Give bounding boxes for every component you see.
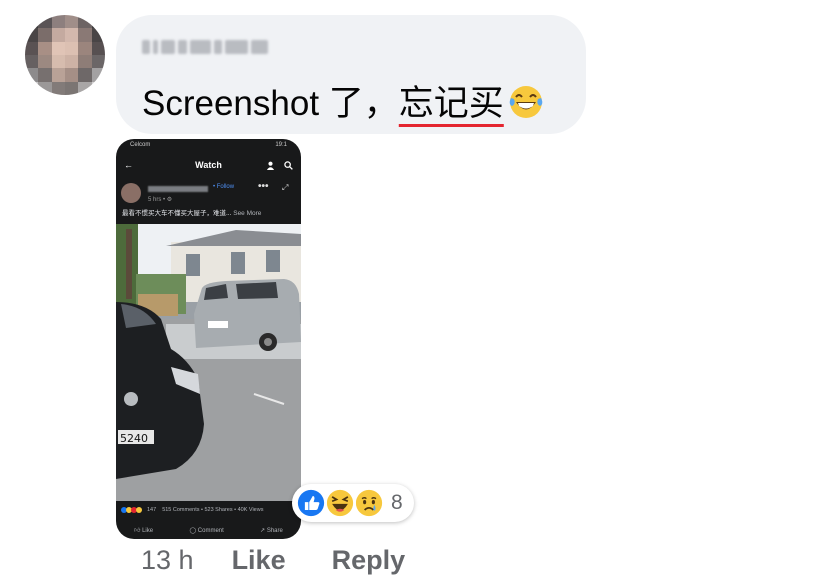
like-reaction-icon: [295, 487, 327, 519]
comment-text: Screenshot 了，忘记买: [142, 75, 544, 126]
mini-reactions-icons: [121, 507, 142, 513]
comment-meta-row: 13 h Like Reply: [141, 545, 451, 576]
post-actions-row: 👍︎ Like ◯ Comment ↗ Share: [116, 523, 301, 537]
comment-text-plain: Screenshot 了，: [142, 84, 399, 123]
video-frame: 5240: [116, 224, 301, 501]
post-like-action: 👍︎ Like: [134, 526, 153, 534]
post-reaction-count: 147: [147, 507, 157, 513]
comment-reactions[interactable]: 8: [292, 484, 414, 522]
watch-title: Watch: [195, 160, 222, 170]
sad-reaction-icon: [353, 487, 385, 519]
post-caption-text: 最看不惯买大车不懂买大屋子，难道...: [122, 210, 232, 217]
post-share-label: Share: [266, 527, 283, 534]
back-arrow-icon: ←: [124, 160, 133, 170]
status-carrier: Celcom: [130, 142, 151, 148]
post-like-label: Like: [142, 528, 154, 534]
post-comment-label: Comment: [197, 527, 224, 534]
status-time: 19:1: [275, 142, 287, 148]
post-comments-shares-views: 515 Comments • 523 Shares • 40K Views: [162, 507, 264, 513]
post-header: • Follow 5 hrs • ⚙ ••• ⤢: [116, 179, 301, 207]
like-button[interactable]: Like: [232, 545, 286, 576]
post-comment-action: ◯ Comment: [189, 527, 223, 534]
reaction-count: 8: [391, 491, 403, 514]
tears-of-joy-emoji-icon: [509, 86, 543, 118]
see-more-link: See More: [233, 210, 262, 217]
street-scene-image: 5240: [116, 224, 301, 501]
comment-timestamp[interactable]: 13 h: [141, 545, 194, 576]
comment-text-underlined: 忘记买: [398, 84, 504, 123]
attached-screenshot[interactable]: Celcom 19:1 ← Watch • Follow 5 hrs • ⚙ •…: [116, 139, 301, 539]
share-arrow-icon: ↗: [260, 527, 266, 534]
author-name-blurred[interactable]: [142, 39, 269, 55]
post-time: 5 hrs • ⚙: [148, 197, 173, 203]
post-author-name-blurred: [148, 186, 208, 192]
watch-top-bar: ← Watch: [116, 151, 301, 179]
phone-status-bar: Celcom 19:1: [116, 139, 301, 151]
comment-bubble: Screenshot 了，忘记买: [116, 15, 586, 134]
search-icon: [284, 160, 293, 170]
plate-number-text: 5240: [120, 432, 148, 445]
profile-icon: [266, 161, 275, 170]
follow-link: • Follow: [213, 184, 235, 190]
post-share-action: ↗ Share: [260, 527, 283, 534]
laughing-reaction-icon: [324, 487, 356, 519]
post-author-avatar: [121, 183, 141, 203]
thumbs-up-icon: 👍︎: [134, 528, 141, 534]
comment-bubble-icon: ◯: [189, 527, 197, 534]
reply-button[interactable]: Reply: [332, 545, 406, 576]
post-caption: 最看不惯买大车不懂买大屋子，难道... See More: [116, 207, 301, 223]
post-stats-row: 147 515 Comments • 523 Shares • 40K View…: [116, 504, 301, 516]
expand-icon: ⤢: [282, 183, 289, 192]
avatar-pixelation: [25, 15, 105, 95]
commenter-avatar[interactable]: [25, 15, 105, 95]
more-options-icon: •••: [258, 181, 269, 192]
